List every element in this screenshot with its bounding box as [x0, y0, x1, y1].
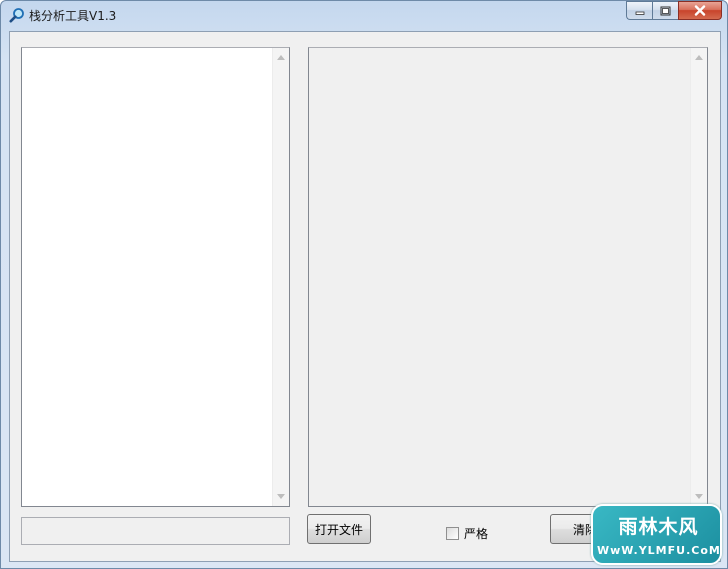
- open-file-button[interactable]: 打开文件: [307, 514, 371, 544]
- function-list[interactable]: [21, 47, 290, 507]
- maximize-button[interactable]: [652, 1, 678, 20]
- window-title: 栈分析工具V1.3: [29, 9, 117, 23]
- minimize-icon: [635, 11, 644, 15]
- strict-option[interactable]: 严格: [446, 525, 488, 542]
- close-button[interactable]: [678, 1, 722, 20]
- strict-label[interactable]: 严格: [464, 525, 488, 542]
- scroll-down-icon[interactable]: [277, 494, 285, 499]
- maximize-icon: [660, 6, 671, 15]
- scroll-down-icon[interactable]: [695, 494, 703, 499]
- watermark-logo: 雨林木风 WwW.YLMFU.CoM: [591, 504, 722, 565]
- output-scrollbar[interactable]: [690, 48, 707, 506]
- scroll-up-icon[interactable]: [695, 55, 703, 60]
- app-window: 栈分析工具V1.3 打开文件 严格 清除 雨林木风 WwW.YLMFU.CoM: [0, 0, 728, 569]
- magnifier-icon: [9, 7, 25, 23]
- close-icon: [694, 5, 706, 16]
- strict-checkbox[interactable]: [446, 527, 459, 540]
- output-textbox[interactable]: [308, 47, 708, 507]
- watermark-url-text: WwW.YLMFU.CoM: [597, 544, 721, 557]
- caption-buttons: [626, 1, 722, 21]
- status-field[interactable]: [21, 517, 290, 545]
- client-area: 打开文件 严格 清除: [9, 31, 721, 562]
- minimize-button[interactable]: [626, 1, 652, 20]
- scroll-up-icon[interactable]: [277, 55, 285, 60]
- title-bar[interactable]: 栈分析工具V1.3: [1, 1, 727, 29]
- list-scrollbar[interactable]: [272, 48, 289, 506]
- watermark-main-text: 雨林木风: [618, 516, 699, 538]
